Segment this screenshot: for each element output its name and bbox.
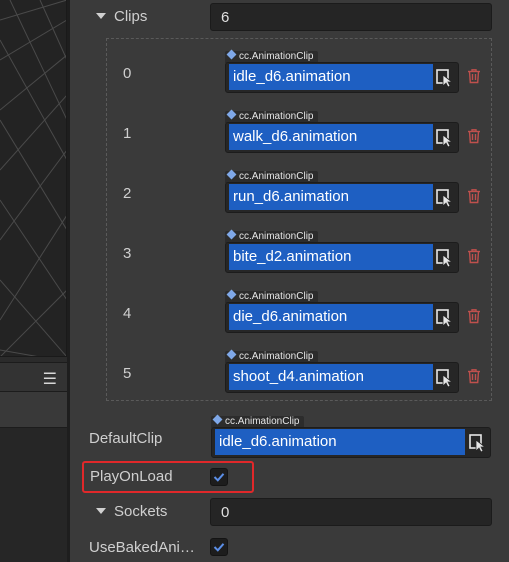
clip-asset-value[interactable]: die_d6.animation	[229, 304, 433, 330]
play-on-load-label: PlayOnLoad	[90, 468, 173, 485]
clip-asset-field[interactable]: cc.AnimationClip die_d6.animation	[225, 289, 459, 333]
default-clip-label: DefaultClip	[89, 430, 163, 447]
scene-viewport[interactable]	[0, 0, 67, 357]
sockets-count-field[interactable]: 0	[210, 498, 492, 526]
clips-label: Clips	[114, 8, 148, 25]
asset-picker-icon[interactable]	[435, 185, 455, 209]
clip-asset-value[interactable]: idle_d6.animation	[229, 64, 433, 90]
diamond-icon	[226, 109, 237, 120]
clip-asset-field[interactable]: cc.AnimationClip idle_d6.animation	[225, 49, 459, 93]
default-clip-value[interactable]: idle_d6.animation	[215, 429, 465, 455]
trash-icon[interactable]	[467, 128, 481, 144]
clip-asset-value[interactable]: run_d6.animation	[229, 184, 433, 210]
clip-asset-field[interactable]: cc.AnimationClip bite_d2.animation	[225, 229, 459, 273]
hierarchy-panel	[0, 428, 67, 562]
clip-asset-field[interactable]: cc.AnimationClip walk_d6.animation	[225, 109, 459, 153]
asset-picker-icon[interactable]	[435, 65, 455, 89]
trash-icon[interactable]	[467, 308, 481, 324]
asset-picker-icon[interactable]	[435, 125, 455, 149]
clip-asset-value[interactable]: walk_d6.animation	[229, 124, 433, 150]
scene-grid	[0, 0, 66, 356]
clips-count-field[interactable]: 6	[210, 3, 492, 31]
diamond-icon	[226, 49, 237, 60]
clip-index: 4	[123, 305, 132, 322]
trash-icon[interactable]	[467, 188, 481, 204]
trash-icon[interactable]	[467, 248, 481, 264]
trash-icon[interactable]	[467, 68, 481, 84]
clip-index: 1	[123, 125, 132, 142]
checkmark-icon	[213, 473, 225, 482]
asset-picker-icon[interactable]	[435, 365, 455, 389]
asset-picker-icon[interactable]	[435, 245, 455, 269]
caret-down-icon	[96, 508, 106, 515]
diamond-icon	[226, 349, 237, 360]
asset-picker-icon[interactable]	[468, 430, 488, 454]
hierarchy-toolbar	[0, 392, 67, 428]
clip-index: 0	[123, 65, 132, 82]
clip-asset-field[interactable]: cc.AnimationClip shoot_d4.animation	[225, 349, 459, 393]
diamond-icon	[226, 229, 237, 240]
asset-picker-icon[interactable]	[435, 305, 455, 329]
diamond-icon	[226, 289, 237, 300]
sockets-toggle[interactable]: Sockets	[96, 503, 167, 520]
caret-down-icon	[96, 13, 106, 20]
checkmark-icon	[213, 543, 225, 552]
clip-asset-field[interactable]: cc.AnimationClip run_d6.animation	[225, 169, 459, 213]
diamond-icon	[212, 414, 223, 425]
clip-index: 3	[123, 245, 132, 262]
sockets-label: Sockets	[114, 503, 168, 520]
default-clip-field[interactable]: cc.AnimationClip idle_d6.animation	[211, 414, 491, 458]
use-baked-label: UseBakedAni…	[89, 539, 195, 556]
play-on-load-checkbox[interactable]	[210, 468, 228, 486]
clip-index: 5	[123, 365, 132, 382]
diamond-icon	[226, 169, 237, 180]
use-baked-checkbox[interactable]	[210, 538, 228, 556]
hamburger-menu-icon[interactable]: ☰	[43, 369, 57, 389]
clip-asset-value[interactable]: shoot_d4.animation	[229, 364, 433, 390]
trash-icon[interactable]	[467, 368, 481, 384]
clips-toggle[interactable]: Clips	[96, 8, 147, 25]
clip-index: 2	[123, 185, 132, 202]
hierarchy-header: ☰	[0, 362, 67, 392]
clip-asset-value[interactable]: bite_d2.animation	[229, 244, 433, 270]
